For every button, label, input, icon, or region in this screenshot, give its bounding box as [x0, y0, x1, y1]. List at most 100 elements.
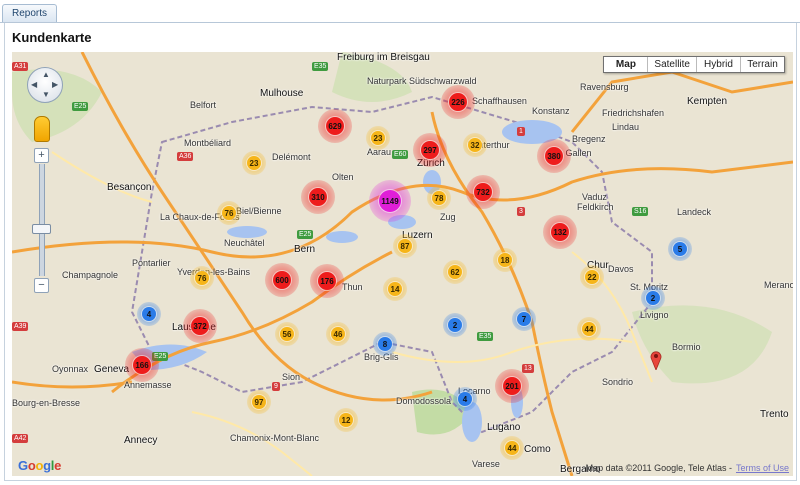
- cluster-marker[interactable]: 44: [577, 317, 601, 341]
- pan-control[interactable]: ▲ ▼ ◀ ▶: [27, 67, 63, 103]
- place-label: Feldkirch: [577, 202, 614, 212]
- road-shield: 9: [272, 382, 280, 391]
- cluster-marker[interactable]: 18: [493, 248, 517, 272]
- place-label: Chamonix-Mont-Blanc: [230, 433, 320, 443]
- cluster-marker[interactable]: 76: [190, 266, 214, 290]
- cluster-marker[interactable]: 176: [310, 264, 344, 298]
- road-shield: 3: [517, 207, 525, 216]
- zoom-out-button[interactable]: −: [34, 278, 49, 293]
- terms-of-use-link[interactable]: Terms of Use: [736, 463, 789, 473]
- cluster-marker[interactable]: 4: [453, 387, 477, 411]
- cluster-count: 166: [133, 356, 151, 374]
- cluster-marker[interactable]: 732: [466, 175, 500, 209]
- place-label: Bregenz: [572, 134, 606, 144]
- cluster-marker[interactable]: 14: [383, 277, 407, 301]
- cluster-marker[interactable]: 12: [334, 408, 358, 432]
- place-label: Bourg-en-Bresse: [12, 398, 81, 408]
- place-label: Sion: [282, 372, 301, 382]
- road-shield: E35: [477, 332, 494, 341]
- pan-up-icon[interactable]: ▲: [42, 71, 50, 79]
- location-pin-icon[interactable]: [650, 350, 662, 370]
- cluster-count: 310: [309, 188, 327, 206]
- place-label: Lugano: [487, 422, 521, 433]
- cluster-count: 5: [673, 242, 687, 256]
- cluster-marker[interactable]: 76: [217, 201, 241, 225]
- place-label: Ravensburg: [580, 82, 629, 92]
- customer-map[interactable]: E25 E35 E60 E25 E25 E35 S16 A31 A36 A39 …: [12, 52, 793, 476]
- cluster-count: 380: [545, 147, 563, 165]
- street-view-pegman-icon[interactable]: [34, 116, 50, 142]
- cluster-marker[interactable]: 310: [301, 180, 335, 214]
- map-type-hybrid-button[interactable]: Hybrid: [696, 57, 740, 72]
- attribution-text: Map data ©2011 Google, Tele Atlas -: [585, 463, 732, 473]
- pan-right-icon[interactable]: ▶: [52, 81, 58, 89]
- cluster-marker[interactable]: 78: [427, 186, 451, 210]
- cluster-marker[interactable]: 380: [537, 139, 571, 173]
- pan-down-icon[interactable]: ▼: [42, 91, 50, 99]
- cluster-marker[interactable]: 46: [326, 322, 350, 346]
- zoom-in-button[interactable]: +: [34, 148, 49, 163]
- google-logo: Google: [18, 458, 62, 473]
- zoom-slider-track[interactable]: [39, 164, 45, 276]
- cluster-marker[interactable]: 2: [641, 286, 665, 310]
- cluster-marker[interactable]: 23: [242, 151, 266, 175]
- cluster-marker[interactable]: 4: [137, 302, 161, 326]
- place-label: Vaduz: [582, 192, 607, 202]
- place-label: Freiburg im Breisgau: [337, 52, 430, 63]
- place-label: Neuchâtel: [224, 238, 265, 248]
- cluster-marker[interactable]: 166: [125, 348, 159, 382]
- tab-reports[interactable]: Reports: [2, 4, 58, 22]
- cluster-marker[interactable]: 600: [265, 263, 299, 297]
- cluster-count: 4: [458, 392, 472, 406]
- cluster-marker[interactable]: 372: [183, 309, 217, 343]
- cluster-count: 76: [222, 206, 236, 220]
- cluster-marker[interactable]: 1149: [369, 180, 411, 222]
- cluster-marker[interactable]: 87: [393, 234, 417, 258]
- place-label: Landeck: [677, 207, 712, 217]
- cluster-count: 22: [585, 270, 599, 284]
- cluster-marker[interactable]: 8: [373, 332, 397, 356]
- map-type-map-button[interactable]: Map: [604, 57, 647, 72]
- cluster-marker[interactable]: 23: [366, 126, 390, 150]
- cluster-marker[interactable]: 7: [512, 307, 536, 331]
- zoom-slider-handle[interactable]: [32, 224, 51, 234]
- road-shield: A42: [12, 434, 29, 443]
- place-label: Geneva: [94, 364, 130, 375]
- cluster-marker[interactable]: 22: [580, 265, 604, 289]
- map-type-satellite-button[interactable]: Satellite: [647, 57, 696, 72]
- place-label: Belfort: [190, 100, 217, 110]
- pan-left-icon[interactable]: ◀: [31, 81, 37, 89]
- cluster-marker[interactable]: 297: [413, 133, 447, 167]
- cluster-marker[interactable]: 97: [247, 390, 271, 414]
- cluster-marker[interactable]: 132: [543, 215, 577, 249]
- place-label: Pontarlier: [132, 258, 171, 268]
- cluster-count: 56: [280, 327, 294, 341]
- cluster-marker[interactable]: 32: [463, 133, 487, 157]
- cluster-marker[interactable]: 201: [495, 369, 529, 403]
- cluster-count: 44: [582, 322, 596, 336]
- cluster-count: 12: [339, 413, 353, 427]
- cluster-count: 23: [371, 131, 385, 145]
- report-panel: Kundenkarte E25 E35 E60 E25 E25 E35 S16 …: [4, 23, 797, 481]
- tab-bar: Reports: [0, 0, 800, 23]
- cluster-marker[interactable]: 2: [443, 313, 467, 337]
- cluster-marker[interactable]: 629: [318, 109, 352, 143]
- navigation-control: ▲ ▼ ◀ ▶: [27, 67, 63, 103]
- cluster-marker[interactable]: 5: [668, 237, 692, 261]
- cluster-marker[interactable]: 56: [275, 322, 299, 346]
- cluster-count: 97: [252, 395, 266, 409]
- place-label: Como: [524, 444, 551, 455]
- road-shield: E25: [72, 102, 89, 111]
- map-type-control: Map Satellite Hybrid Terrain: [603, 56, 785, 73]
- road-shield: E60: [392, 150, 409, 159]
- map-type-terrain-button[interactable]: Terrain: [740, 57, 784, 72]
- place-label: Annecy: [124, 435, 158, 446]
- cluster-count: 132: [551, 223, 569, 241]
- road-shield: A36: [177, 152, 194, 161]
- place-label: Champagnole: [62, 270, 119, 280]
- cluster-marker[interactable]: 226: [441, 85, 475, 119]
- road-shield: E25: [297, 230, 314, 239]
- cluster-marker[interactable]: 62: [443, 260, 467, 284]
- cluster-marker[interactable]: 44: [500, 436, 524, 460]
- cluster-count: 4: [142, 307, 156, 321]
